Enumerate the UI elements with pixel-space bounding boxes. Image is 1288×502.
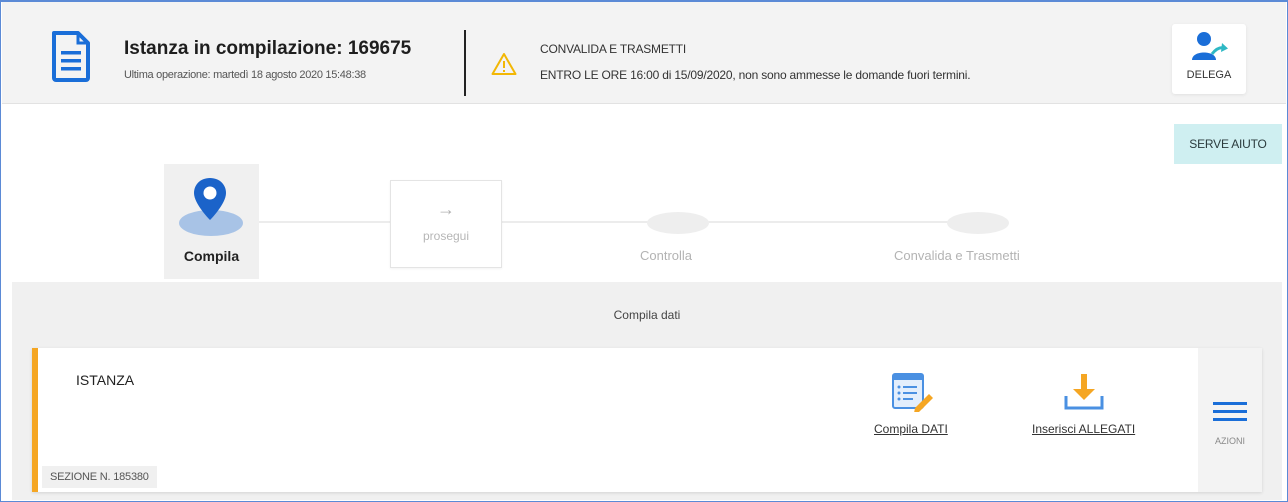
user-delegate-icon [1192, 32, 1228, 60]
step-connector [259, 221, 390, 223]
step-label-controlla: Controlla [640, 248, 693, 263]
compila-dati-label: Compila DATI [874, 422, 948, 436]
document-icon [52, 31, 90, 82]
inserisci-allegati-label: Inserisci ALLEGATI [1032, 422, 1136, 436]
arrow-right-icon: → [437, 199, 455, 219]
compila-section: Compila dati ISTANZA Compila DATI Inseri… [12, 282, 1282, 500]
map-pin-icon [194, 178, 226, 220]
deadline-title: CONVALIDA E TRASMETTI [540, 42, 687, 56]
section-title: Compila dati [613, 308, 681, 322]
serve-aiuto-button[interactable]: SERVE AIUTO [1174, 124, 1282, 164]
header-bar: Istanza in compilazione: 169675 Ultima o… [2, 2, 1286, 104]
sezione-badge: SEZIONE N. 185380 [42, 466, 157, 488]
step-label-compila: Compila [183, 248, 240, 264]
istanza-card: ISTANZA Compila DATI Inserisci ALLEGATI [32, 348, 1262, 492]
delega-label: DELEGA [1186, 69, 1232, 81]
delega-button[interactable]: DELEGA [1172, 24, 1246, 94]
azioni-menu-button[interactable]: AZIONI [1198, 348, 1262, 492]
instance-title: Istanza in compilazione: 169675 [124, 38, 412, 59]
hamburger-menu-icon [1213, 402, 1247, 421]
azioni-label: AZIONI [1214, 436, 1245, 446]
warning-triangle-icon [491, 53, 517, 75]
prosegui-label: prosegui [422, 229, 470, 243]
compila-dati-action[interactable]: Compila DATI [874, 372, 948, 436]
card-title: ISTANZA [76, 372, 135, 388]
step-label-convalida: Convalida e Trasmetti [894, 248, 1020, 263]
step-marker-controlla [647, 212, 709, 234]
download-tray-icon [1064, 374, 1104, 410]
step-marker-convalida [947, 212, 1009, 234]
step-connector [502, 221, 962, 223]
last-operation-text: Ultima operazione: martedì 18 agosto 202… [124, 69, 366, 81]
deadline-text: ENTRO LE ORE 16:00 di 15/09/2020, non so… [540, 68, 971, 82]
inserisci-allegati-action[interactable]: Inserisci ALLEGATI [1032, 372, 1135, 436]
prosegui-button[interactable]: → prosegui [390, 180, 502, 268]
edit-form-icon [891, 373, 933, 412]
header-divider [464, 30, 466, 96]
